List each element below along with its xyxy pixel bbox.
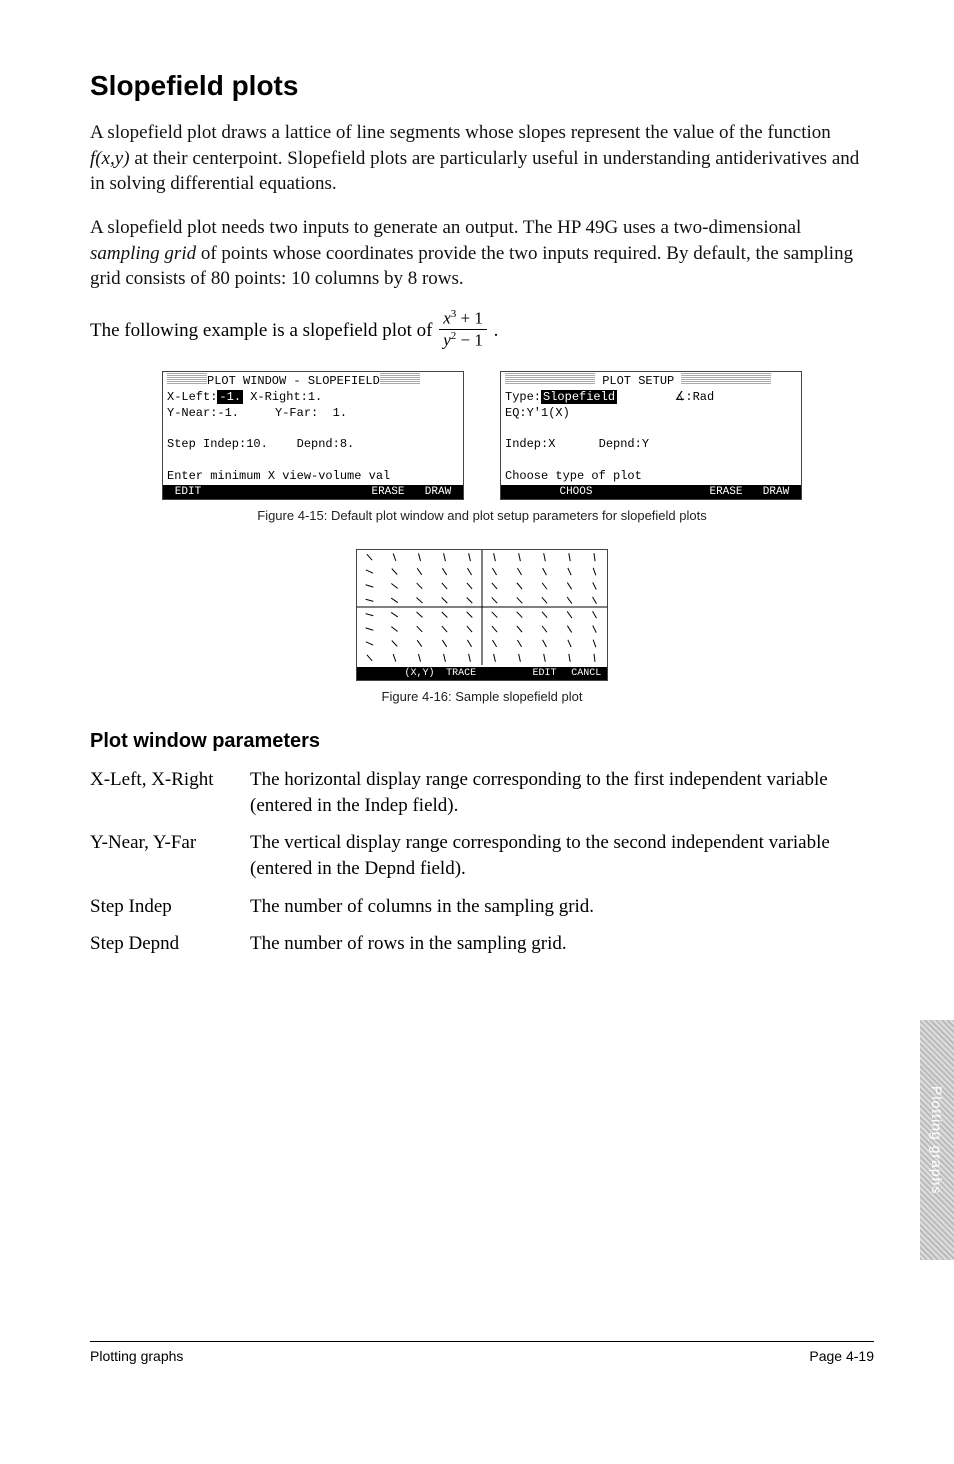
eq-row: EQ:Y'1(X) [501,406,801,422]
calculator-screens: PLOT WINDOW - SLOPEFIELD X-Left:-1. X-Ri… [90,371,874,500]
param-desc-1: The vertical display range corresponding… [250,830,874,881]
side-tab: Plotting graphs [920,1020,954,1260]
formula-lead: The following example is a slopefield pl… [90,320,437,341]
menu-choos[interactable]: CHOOS [551,485,601,500]
figure-caption-2: Figure 4-16: Sample slopefield plot [90,689,874,704]
angle-mode: ∡:Rad [675,390,715,404]
menu-erase[interactable]: ERASE [363,485,413,500]
param-row-3: Step Depnd The number of rows in the sam… [90,931,874,957]
paragraph-2: A slopefield plot needs two inputs to ge… [90,215,874,292]
pm-xy[interactable]: (X,Y) [399,667,441,680]
screen-right-prompt: Choose type of plot [501,469,801,485]
screen-right-title: PLOT SETUP [602,374,674,388]
param-label-0: X-Left, X-Right [90,767,250,818]
screen-left-title: PLOT WINDOW - SLOPEFIELD [207,374,380,388]
footer-right: Page 4-19 [809,1348,874,1364]
y-range-row: Y-Near:-1. Y-Far: 1. [163,406,463,422]
slopefield-svg [357,550,607,665]
plot-setup-screen: PLOT SETUP Type:Slopefield ∡:Rad EQ:Y'1(… [500,371,802,500]
param-label-1: Y-Near, Y-Far [90,830,250,881]
pm3 [482,667,524,680]
menu-r2 [601,485,651,500]
param-row-1: Y-Near, Y-Far The vertical display range… [90,830,874,881]
footer-left: Plotting graphs [90,1348,183,1364]
menu-erase-r[interactable]: ERASE [701,485,751,500]
paragraph-1: A slopefield plot draws a lattice of lin… [90,120,874,197]
slopefield-plot: (X,Y) TRACE EDIT CANCL [356,549,608,681]
param-row-2: Step Indep The number of columns in the … [90,894,874,920]
pm-cancl[interactable]: CANCL [565,667,607,680]
formula-line: The following example is a slopefield pl… [90,310,874,353]
param-desc-2: The number of columns in the sampling gr… [250,894,874,920]
formula-fraction: x3 + 1 y2 − 1 [439,308,487,351]
param-label-2: Step Indep [90,894,250,920]
plot-window-screen: PLOT WINDOW - SLOPEFIELD X-Left:-1. X-Ri… [162,371,464,500]
pm0 [357,667,399,680]
page: Slopefield plots A slopefield plot draws… [0,0,954,1400]
menu-r0 [501,485,551,500]
menu-blank1 [213,485,263,500]
subheading: Plot window parameters [90,730,874,753]
figure-caption-1: Figure 4-15: Default plot window and plo… [90,508,874,523]
step-row: Step Indep:10. Depnd:8. [163,437,463,453]
param-label-3: Step Depnd [90,931,250,957]
screen-left-prompt: Enter minimum X view-volume val [163,469,463,485]
type-label: Type: [505,390,541,404]
param-desc-0: The horizontal display range correspondi… [250,767,874,818]
plot-menu: (X,Y) TRACE EDIT CANCL [357,667,607,680]
page-title: Slopefield plots [90,70,874,102]
xr-label: X-Right:1. [243,390,322,404]
menu-draw-r[interactable]: DRAW [751,485,801,500]
page-footer: Plotting graphs Page 4-19 [90,1341,874,1364]
menu-blank3 [313,485,363,500]
menu-r3 [651,485,701,500]
param-row-0: X-Left, X-Right The horizontal display r… [90,767,874,818]
param-desc-3: The number of rows in the sampling grid. [250,931,874,957]
screen-right-menu: CHOOS ERASE DRAW [501,485,801,500]
pm-edit[interactable]: EDIT [524,667,566,680]
screen-left-menu: EDIT ERASE DRAW [163,485,463,500]
menu-draw[interactable]: DRAW [413,485,463,500]
type-value: Slopefield [541,390,617,404]
menu-blank2 [263,485,313,500]
pm-trace[interactable]: TRACE [440,667,482,680]
menu-edit[interactable]: EDIT [163,485,213,500]
indep-depnd-row: Indep:X Depnd:Y [501,437,801,453]
xl-value: -1. [217,390,243,404]
xl-label: X-Left: [167,390,217,404]
